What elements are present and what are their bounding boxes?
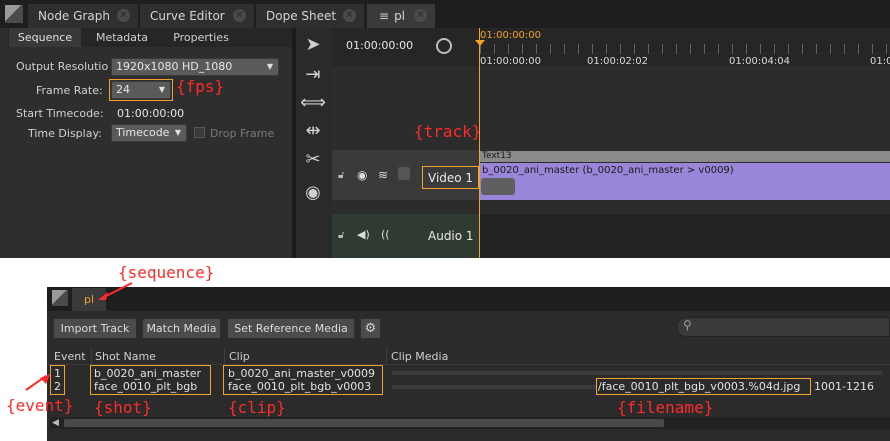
playhead-handle[interactable]: [475, 40, 485, 46]
column-header-event[interactable]: Event: [54, 350, 86, 363]
subtab-properties[interactable]: Properties: [162, 28, 240, 47]
start-timecode-label: Start Timecode:: [16, 107, 104, 120]
shot-highlight-box: [90, 365, 211, 395]
column-header-clip-media[interactable]: Clip Media: [391, 350, 448, 363]
column-header-shot-name[interactable]: Shot Name: [95, 350, 156, 363]
audio-track-name[interactable]: Audio 1: [428, 229, 474, 243]
drop-frame-checkbox[interactable]: [194, 127, 205, 138]
move-tool-icon[interactable]: ⇥: [298, 62, 328, 88]
search-input[interactable]: [676, 317, 890, 337]
subtab-sequence[interactable]: Sequence: [9, 28, 81, 47]
audio-target-icon[interactable]: ((: [381, 228, 390, 241]
ruler-ticks: [480, 44, 890, 54]
panel-menu-icon[interactable]: [5, 5, 23, 23]
scrollbar-thumb[interactable]: [64, 419, 664, 427]
track-annotation: {track}: [414, 122, 482, 141]
column-divider: [386, 347, 387, 365]
clip-thumbnail: [481, 178, 515, 195]
close-icon[interactable]: ✕: [343, 9, 356, 22]
filename-annotation: {filename}: [617, 398, 714, 417]
event-arrow: [25, 374, 50, 391]
drop-frame-label: Drop Frame: [210, 127, 275, 140]
spreadsheet-tab-bar: [47, 287, 890, 311]
column-header-clip[interactable]: Clip: [229, 350, 250, 363]
column-divider: [91, 347, 92, 365]
tab-label: pl: [394, 9, 406, 23]
audio-lane: [480, 214, 890, 258]
sequence-icon: ≡: [379, 9, 390, 23]
event-highlight-box: [50, 365, 65, 395]
import-track-button[interactable]: Import Track: [53, 318, 137, 339]
tab-dope-sheet[interactable]: Dope Sheet ✕: [256, 4, 364, 28]
clip-media-cell-redacted: [392, 371, 882, 375]
speaker-icon[interactable]: ◀): [357, 228, 370, 241]
slip-tool-icon[interactable]: ⇹: [298, 118, 328, 144]
close-icon[interactable]: ✕: [117, 9, 130, 22]
current-timecode[interactable]: 01:00:00:00: [346, 39, 413, 52]
search-icon: ⚲: [683, 318, 692, 332]
sequence-arrow: [98, 282, 133, 300]
track-highlight-box: [422, 166, 479, 189]
tab-node-graph[interactable]: Node Graph ✕: [28, 4, 138, 28]
lock-icon[interactable]: 🔓︎: [338, 230, 344, 241]
multi-tool-icon[interactable]: ◉: [298, 180, 328, 206]
tab-label: Node Graph: [38, 9, 110, 23]
column-divider: [224, 347, 225, 365]
output-resolution-value: 1920x1080 HD_1080: [116, 60, 233, 73]
set-reference-media-button[interactable]: Set Reference Media: [227, 318, 355, 339]
clip-highlight-box: [223, 365, 383, 395]
match-media-button[interactable]: Match Media: [142, 318, 221, 339]
scroll-left-arrow[interactable]: ◀: [52, 417, 59, 429]
trim-tool-icon[interactable]: ⟺: [298, 90, 328, 116]
output-resolution-dropdown[interactable]: 1920x1080 HD_1080 ▼: [111, 58, 279, 76]
fps-highlight-box: [109, 79, 173, 101]
event-annotation: {event}: [6, 396, 74, 415]
text-track-bar[interactable]: Text13: [480, 151, 890, 162]
select-tool-icon[interactable]: ➤: [298, 32, 328, 58]
clip-annotation: {clip}: [228, 398, 286, 417]
output-resolution-label: Output Resolution:: [16, 60, 108, 73]
clip-media-path-redacted: [392, 385, 596, 389]
target-icon[interactable]: [398, 167, 410, 180]
shot-annotation: {shot}: [94, 398, 152, 417]
subtab-metadata[interactable]: Metadata: [86, 28, 158, 47]
fps-annotation: {fps}: [176, 77, 225, 96]
playhead-line[interactable]: [479, 28, 480, 258]
lock-icon[interactable]: 🔓︎: [338, 170, 344, 181]
close-icon[interactable]: ✕: [233, 9, 246, 22]
tab-pl[interactable]: ≡ pl ✕: [367, 4, 435, 28]
tab-curve-editor[interactable]: Curve Editor ✕: [140, 4, 254, 28]
panel-menu-icon[interactable]: [52, 290, 68, 306]
frame-rate-label: Frame Rate:: [36, 84, 103, 97]
close-icon[interactable]: ✕: [414, 9, 427, 22]
eye-icon[interactable]: ◉: [357, 168, 367, 182]
video-clip-label: b_0020_ani_master (b_0020_ani_master > v…: [482, 165, 734, 176]
start-timecode-value[interactable]: 01:00:00:00: [117, 107, 184, 120]
filename-highlight-box: [596, 378, 811, 395]
tab-label: Curve Editor: [150, 9, 225, 23]
tab-label: Dope Sheet: [266, 9, 337, 23]
clip-media-frame-range: 1001-1216: [814, 380, 874, 393]
chevron-down-icon: ▼: [174, 128, 181, 137]
time-display-dropdown[interactable]: Timecode ▼: [111, 124, 187, 142]
time-display-value: Timecode: [116, 126, 170, 139]
playhead-timecode: 01:00:00:00: [480, 30, 542, 41]
layers-icon[interactable]: ≋: [378, 168, 388, 182]
playhead-follow-icon[interactable]: [436, 38, 452, 54]
gear-icon[interactable]: ⚙: [360, 318, 381, 339]
razor-tool-icon[interactable]: ✂: [298, 147, 328, 173]
table-header-row: [47, 347, 890, 365]
time-display-label: Time Display:: [28, 127, 102, 140]
chevron-down-icon: ▼: [266, 62, 273, 71]
